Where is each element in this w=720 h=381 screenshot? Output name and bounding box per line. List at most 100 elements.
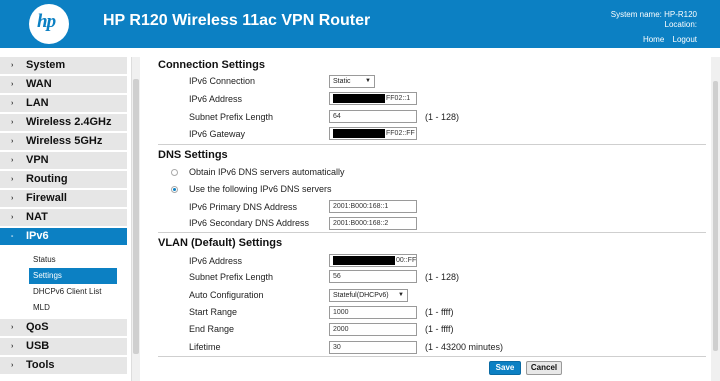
start-range-hint: (1 - ffff) <box>425 307 454 317</box>
nav-item-nat[interactable]: › NAT <box>0 209 127 226</box>
end-range-hint: (1 - ffff) <box>425 324 454 334</box>
nav-label: Firewall <box>26 192 67 204</box>
section-divider <box>158 232 706 233</box>
main-content: Connection Settings IPv6 Connection Stat… <box>144 57 707 381</box>
input-value: FF02::1 <box>386 95 411 102</box>
system-location: Location: <box>664 20 697 29</box>
section-divider <box>158 356 706 357</box>
nav-item-ipv6[interactable]: - IPv6 <box>0 228 127 245</box>
ipv6-connection-label: IPv6 Connection <box>189 76 256 86</box>
chevron-right-icon: › <box>11 324 14 331</box>
chevron-right-icon: › <box>11 62 14 69</box>
nav-item-wireless-5[interactable]: › Wireless 5GHz <box>0 133 127 150</box>
section-divider <box>158 144 706 145</box>
nav-item-wan[interactable]: › WAN <box>0 76 127 93</box>
router-title: HP R120 Wireless 11ac VPN Router <box>103 12 371 29</box>
lifetime-label: Lifetime <box>189 342 221 352</box>
logout-link[interactable]: Logout <box>673 35 697 44</box>
primary-dns-input[interactable]: 2001:B000:168::1 <box>329 200 417 213</box>
chevron-right-icon: › <box>11 362 14 369</box>
auto-config-label: Auto Configuration <box>189 290 264 300</box>
secondary-dns-label: IPv6 Secondary DNS Address <box>189 218 310 228</box>
ipv6-address-input[interactable]: FF02::1 <box>329 92 417 105</box>
subnav-settings[interactable]: Settings <box>29 268 117 284</box>
dns-manual-radio[interactable] <box>171 186 178 193</box>
subnav-mld[interactable]: MLD <box>29 300 138 316</box>
subnav-status[interactable]: Status <box>29 252 138 268</box>
chevron-right-icon: › <box>11 157 14 164</box>
nav-label: USB <box>26 340 50 352</box>
nav-label: NAT <box>26 211 48 223</box>
vlan-settings-title: VLAN (Default) Settings <box>158 237 283 249</box>
dns-auto-radio[interactable] <box>171 169 178 176</box>
dropdown-arrow-icon: ▼ <box>398 292 404 298</box>
secondary-dns-input[interactable]: 2001:B000:168::2 <box>329 217 417 230</box>
nav-item-qos[interactable]: › QoS <box>0 319 127 336</box>
redaction-bar <box>333 93 385 103</box>
chevron-right-icon: › <box>11 138 14 145</box>
subnav-dhcpv6-client-list[interactable]: DHCPv6 Client List <box>29 284 138 300</box>
main-scroll-thumb[interactable] <box>713 81 718 351</box>
vlan-prefix-hint: (1 - 128) <box>425 272 460 282</box>
nav-item-lan[interactable]: › LAN <box>0 95 127 112</box>
ipv6-address-label: IPv6 Address <box>189 94 243 104</box>
vlan-prefix-label: Subnet Prefix Length <box>189 272 274 282</box>
chevron-right-icon: › <box>11 195 14 202</box>
nav-item-routing[interactable]: › Routing <box>0 171 127 188</box>
dropdown-arrow-icon: ▼ <box>365 78 371 84</box>
ipv6-connection-select[interactable]: Static ▼ <box>329 75 375 88</box>
sidebar-scrollbar[interactable] <box>131 57 140 381</box>
ipv6-gateway-label: IPv6 Gateway <box>189 129 246 139</box>
lifetime-input[interactable]: 30 <box>329 341 417 354</box>
input-value: FF02::FF <box>386 130 415 137</box>
nav-item-firewall[interactable]: › Firewall <box>0 190 127 207</box>
chevron-right-icon: › <box>11 176 14 183</box>
nav-item-tools[interactable]: › Tools <box>0 357 127 374</box>
end-range-input[interactable]: 2000 <box>329 323 417 336</box>
nav-label: VPN <box>26 154 49 166</box>
hp-logo[interactable]: hp <box>29 4 69 44</box>
vlan-prefix-input[interactable]: 56 <box>329 270 417 283</box>
chevron-right-icon: › <box>11 81 14 88</box>
nav-item-system[interactable]: › System <box>0 57 127 74</box>
end-range-label: End Range <box>189 324 235 334</box>
dns-manual-label[interactable]: Use the following IPv6 DNS servers <box>189 184 332 194</box>
nav-label: Routing <box>26 173 68 185</box>
prefix-length-hint: (1 - 128) <box>425 112 460 122</box>
vlan-address-input[interactable]: 00::FF <box>329 254 417 267</box>
select-value: Static <box>333 78 351 85</box>
ipv6-gateway-input[interactable]: FF02::FF <box>329 127 417 140</box>
save-button[interactable]: Save <box>489 361 521 375</box>
dns-settings-title: DNS Settings <box>158 149 228 161</box>
chevron-right-icon: › <box>11 119 14 126</box>
nav-label: LAN <box>26 97 49 109</box>
main-scrollbar[interactable] <box>711 57 720 381</box>
prefix-length-input[interactable]: 64 <box>329 110 417 123</box>
start-range-input[interactable]: 1000 <box>329 306 417 319</box>
chevron-right-icon: › <box>11 343 14 350</box>
cancel-button[interactable]: Cancel <box>526 361 562 375</box>
top-links: Home Logout <box>637 35 697 44</box>
nav-item-wireless-24[interactable]: › Wireless 2.4GHz <box>0 114 127 131</box>
nav-item-usb[interactable]: › USB <box>0 338 127 355</box>
dns-auto-label[interactable]: Obtain IPv6 DNS servers automatically <box>189 167 345 177</box>
home-link[interactable]: Home <box>643 35 664 44</box>
chevron-down-icon: - <box>11 233 14 240</box>
lifetime-hint: (1 - 43200 minutes) <box>425 342 504 352</box>
chevron-right-icon: › <box>11 214 14 221</box>
nav-label: IPv6 <box>26 230 49 242</box>
primary-dns-label: IPv6 Primary DNS Address <box>189 202 298 212</box>
connection-settings-title: Connection Settings <box>158 59 265 71</box>
redaction-bar <box>333 128 385 138</box>
sidebar-scroll-thumb[interactable] <box>133 79 139 354</box>
system-name: System name: HP-R120 <box>610 10 697 19</box>
vlan-address-label: IPv6 Address <box>189 256 243 266</box>
logo-text: hp <box>37 11 56 32</box>
system-info: System name: HP-R120 Location: <box>611 10 697 30</box>
nav-label: Tools <box>26 359 55 371</box>
nav-label: WAN <box>26 78 52 90</box>
nav-item-vpn[interactable]: › VPN <box>0 152 127 169</box>
prefix-length-label: Subnet Prefix Length <box>189 112 274 122</box>
auto-config-select[interactable]: Stateful(DHCPv6) ▼ <box>329 289 408 302</box>
select-value: Stateful(DHCPv6) <box>333 292 389 299</box>
